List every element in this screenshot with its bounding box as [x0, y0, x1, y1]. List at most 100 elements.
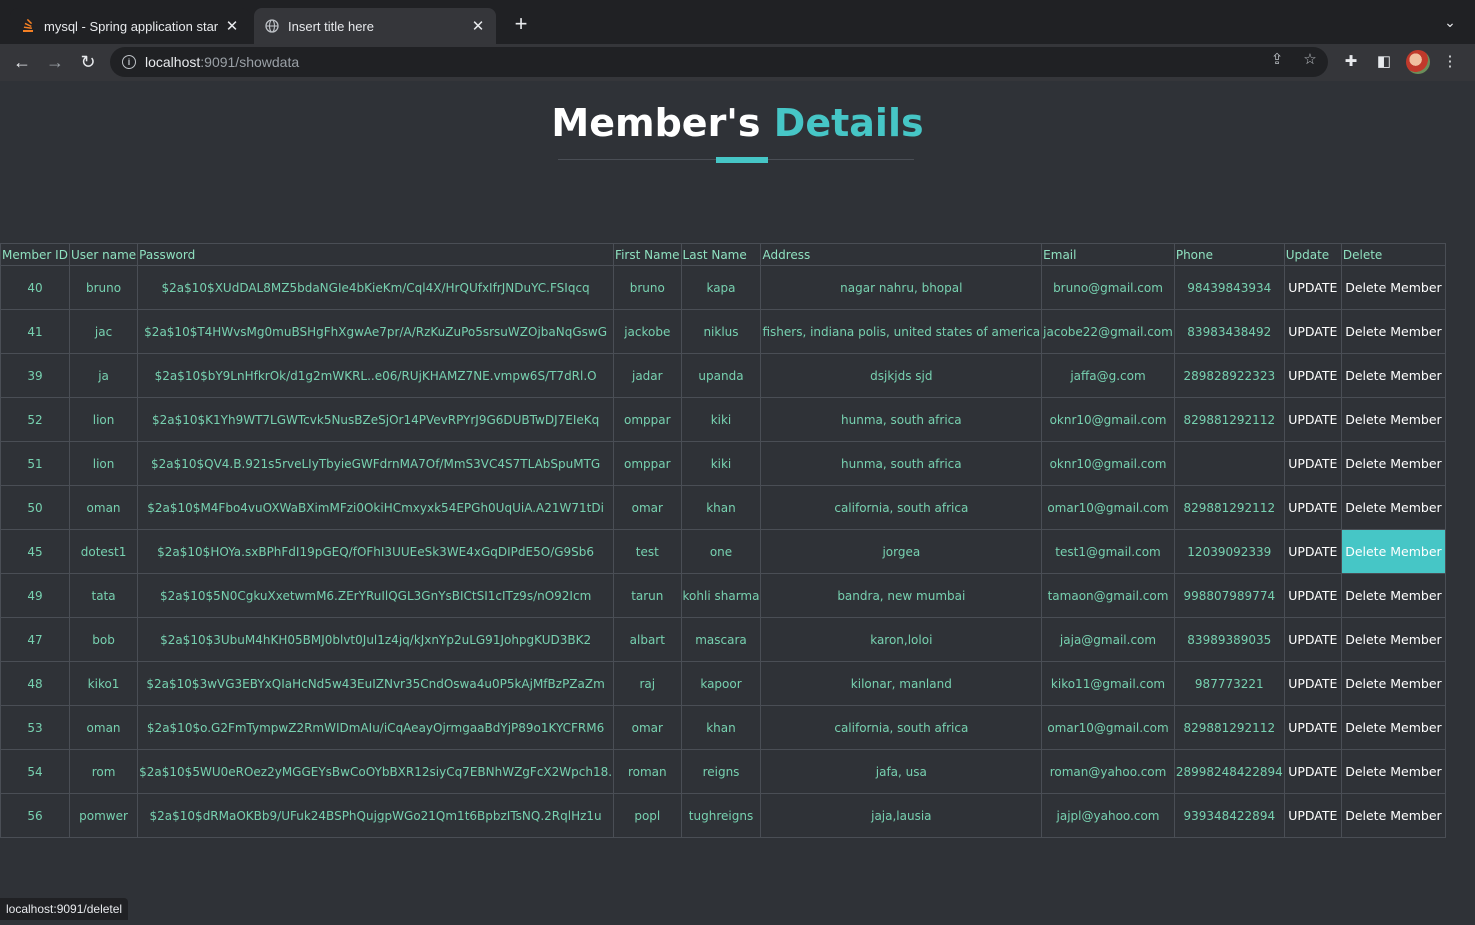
update-button[interactable]: UPDATE — [1283, 265, 1342, 310]
browser-tab-inactive[interactable]: mysql - Spring application star ✕ — [10, 8, 250, 44]
email-cell: omar10@gmail.com — [1041, 485, 1175, 530]
table-header-row: Member ID User name Password First Name Last… — [0, 243, 1447, 266]
last-name-cell: niklus — [680, 309, 762, 354]
update-button[interactable]: UPDATE — [1283, 749, 1342, 794]
member-id-cell: 56 — [0, 793, 70, 838]
forward-arrow-icon[interactable]: → — [43, 50, 67, 74]
email-cell: kiko11@gmail.com — [1041, 661, 1175, 706]
address-cell: california, south africa — [760, 705, 1043, 750]
update-button[interactable]: UPDATE — [1283, 661, 1342, 706]
site-info-icon[interactable]: i — [122, 55, 136, 69]
delete-member-button[interactable]: Delete Member — [1340, 661, 1447, 706]
password-hash-cell: $2a$10$QV4.B.921s5rveLIyTbyieGWFdrnMA7Of… — [137, 441, 615, 486]
close-icon[interactable]: ✕ — [224, 18, 240, 35]
phone-cell: 829881292112 — [1173, 485, 1285, 530]
address-bar[interactable]: i localhost:9091/showdata — [110, 47, 1328, 77]
column-header: Update — [1283, 243, 1342, 266]
update-button[interactable]: UPDATE — [1283, 793, 1342, 838]
update-button[interactable]: UPDATE — [1283, 397, 1342, 442]
email-cell: jacobe22@gmail.com — [1041, 309, 1175, 354]
update-button[interactable]: UPDATE — [1283, 573, 1342, 618]
last-name-cell: tughreigns — [680, 793, 762, 838]
close-icon[interactable]: ✕ — [470, 18, 486, 35]
tab-title: Insert title here — [288, 18, 374, 34]
extensions-puzzle-icon[interactable]: ✚ — [1341, 52, 1361, 72]
update-button[interactable]: UPDATE — [1283, 441, 1342, 486]
delete-member-button[interactable]: Delete Member — [1340, 265, 1447, 310]
table-row: 51 lion $2a$10$QV4.B.921s5rveLIyTbyieGWFdr… — [0, 441, 1447, 486]
username-cell: dotest1 — [68, 529, 139, 574]
share-icon[interactable]: ⇪ — [1268, 51, 1286, 69]
last-name-cell: upanda — [680, 353, 762, 398]
url-path: :9091/showdata — [200, 54, 300, 70]
side-panel-icon[interactable]: ◧ — [1374, 52, 1394, 72]
delete-member-button[interactable]: Delete Member — [1340, 397, 1447, 442]
delete-member-button[interactable]: Delete Member — [1340, 793, 1447, 838]
username-cell: oman — [68, 485, 139, 530]
password-hash-cell: $2a$10$5N0CgkuXxetwmM6.ZErYRuIlQGL3GnYsB… — [137, 573, 615, 618]
kebab-menu-icon[interactable]: ⋮ — [1440, 52, 1460, 72]
phone-cell: 98439843934 — [1173, 265, 1285, 310]
tab-search-chevron-icon[interactable]: ⌄ — [1440, 14, 1460, 34]
last-name-cell: one — [680, 529, 762, 574]
last-name-cell: kapa — [680, 265, 762, 310]
table-row: 53 oman $2a$10$o.G2FmTympwZ2RmWIDmAIu/iCqA… — [0, 705, 1447, 750]
column-header: Password — [137, 243, 615, 266]
delete-member-button[interactable]: Delete Member — [1340, 353, 1447, 398]
update-button[interactable]: UPDATE — [1283, 485, 1342, 530]
reload-icon[interactable]: ↻ — [76, 50, 100, 74]
address-cell: bandra, new mumbai — [760, 573, 1043, 618]
username-cell: tata — [68, 573, 139, 618]
bookmark-star-icon[interactable]: ☆ — [1301, 51, 1319, 69]
page-content: Member's Details Member ID User name Passw… — [0, 81, 1475, 925]
username-cell: jac — [68, 309, 139, 354]
first-name-cell: omar — [613, 705, 682, 750]
table-row: 47 bob $2a$10$3UbuM4hKH05BMJ0blvt0Jul1z4jq… — [0, 617, 1447, 662]
last-name-cell: reigns — [680, 749, 762, 794]
username-cell: oman — [68, 705, 139, 750]
delete-member-button[interactable]: Delete Member — [1340, 705, 1447, 750]
delete-member-button[interactable]: Delete Member — [1340, 749, 1447, 794]
update-button[interactable]: UPDATE — [1283, 705, 1342, 750]
update-button[interactable]: UPDATE — [1283, 617, 1342, 662]
email-cell: jaja@gmail.com — [1041, 617, 1175, 662]
page-title: Member's Details — [0, 101, 1475, 145]
first-name-cell: omppar — [613, 397, 682, 442]
address-cell: jafa, usa — [760, 749, 1043, 794]
password-hash-cell: $2a$10$dRMaOKBb9/UFuk24BSPhQujgpWGo21Qm1… — [137, 793, 615, 838]
table-row: 52 lion $2a$10$K1Yh9WT7LGWTcvk5NusBZeSjOr1… — [0, 397, 1447, 442]
member-id-cell: 41 — [0, 309, 70, 354]
profile-avatar[interactable] — [1406, 50, 1430, 74]
title-accent-bar — [716, 157, 768, 163]
delete-member-button[interactable]: Delete Member — [1340, 309, 1447, 354]
member-id-cell: 51 — [0, 441, 70, 486]
email-cell: roman@yahoo.com — [1041, 749, 1175, 794]
new-tab-plus-icon[interactable]: + — [510, 13, 532, 35]
username-cell: rom — [68, 749, 139, 794]
delete-member-button[interactable]: Delete Member — [1340, 441, 1447, 486]
table-row: 39 ja $2a$10$bY9LnHfkrOk/d1g2mWKRL..e06/RU… — [0, 353, 1447, 398]
page-title-accent: Details — [773, 101, 924, 145]
password-hash-cell: $2a$10$3wVG3EBYxQIaHcNd5w43EuIZNvr35CndO… — [137, 661, 615, 706]
member-id-cell: 52 — [0, 397, 70, 442]
delete-member-button[interactable]: Delete Member — [1340, 573, 1447, 618]
update-button[interactable]: UPDATE — [1283, 529, 1342, 574]
phone-cell — [1173, 441, 1285, 486]
member-id-cell: 50 — [0, 485, 70, 530]
browser-tab-active[interactable]: Insert title here ✕ — [254, 8, 496, 44]
member-id-cell: 49 — [0, 573, 70, 618]
stackoverflow-icon — [20, 18, 36, 34]
password-hash-cell: $2a$10$5WU0eROez2yMGGEYsBwCoOYbBXR12siyC… — [137, 749, 615, 794]
delete-member-button[interactable]: Delete Member — [1340, 485, 1447, 530]
column-header: Email — [1041, 243, 1175, 266]
browser-tab-bar: mysql - Spring application star ✕ Insert… — [0, 0, 1475, 44]
password-hash-cell: $2a$10$o.G2FmTympwZ2RmWIDmAIu/iCqAeayOjr… — [137, 705, 615, 750]
phone-cell: 28998248422894 — [1173, 749, 1285, 794]
address-cell: california, south africa — [760, 485, 1043, 530]
delete-member-button[interactable]: Delete Member — [1340, 617, 1447, 662]
update-button[interactable]: UPDATE — [1283, 309, 1342, 354]
back-arrow-icon[interactable]: ← — [10, 50, 34, 74]
delete-member-button[interactable]: Delete Member — [1340, 529, 1447, 574]
update-button[interactable]: UPDATE — [1283, 353, 1342, 398]
email-cell: oknr10@gmail.com — [1041, 397, 1175, 442]
